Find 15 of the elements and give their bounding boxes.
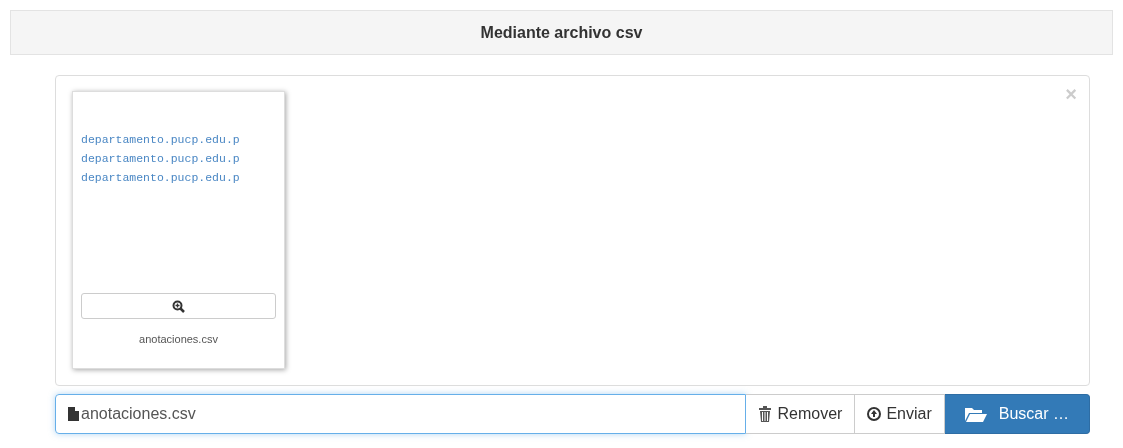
file-input-field[interactable]: anotaciones.csv [55, 394, 747, 434]
file-icon [68, 407, 79, 421]
file-content-line: departamento.pucp.edu.p [81, 170, 241, 186]
panel-title: Mediante archivo csv [480, 23, 643, 42]
upload-button[interactable]: Enviar [855, 394, 945, 434]
file-name: anotaciones.csv [138, 333, 219, 345]
folder-icon [964, 406, 987, 422]
upload-icon [867, 407, 882, 421]
file-content-line: departamento.pucp.edu.p [81, 132, 241, 148]
zoom-in-icon [172, 299, 185, 313]
zoom-button[interactable] [81, 293, 276, 319]
remove-button[interactable]: Remover [746, 394, 856, 434]
file-content-line: departamento.pucp.edu.p [81, 151, 241, 167]
trash-icon [758, 406, 773, 422]
browse-button[interactable]: Buscar … [944, 394, 1090, 434]
